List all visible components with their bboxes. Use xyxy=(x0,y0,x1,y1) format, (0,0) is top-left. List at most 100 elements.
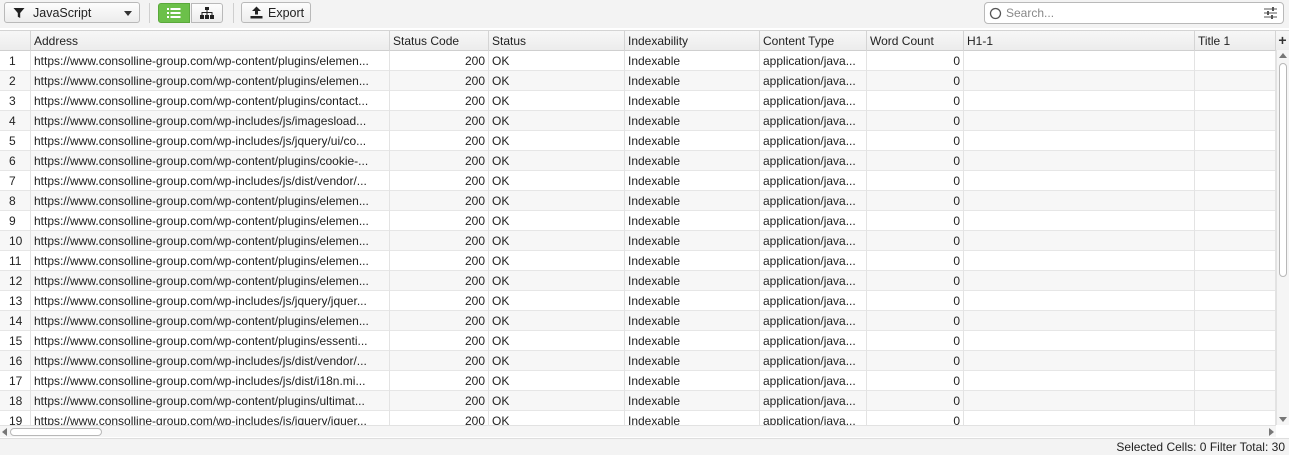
table-row[interactable]: 15 https://www.consolline-group.com/wp-co… xyxy=(0,331,1276,351)
indexability-cell[interactable]: Indexable xyxy=(625,351,760,371)
h1-cell[interactable] xyxy=(964,151,1195,171)
content-type-cell[interactable]: application/java... xyxy=(760,171,867,191)
content-type-cell[interactable]: application/java... xyxy=(760,131,867,151)
indexability-cell[interactable]: Indexable xyxy=(625,111,760,131)
row-number-header[interactable] xyxy=(0,31,31,51)
address-cell[interactable]: https://www.consolline-group.com/wp-cont… xyxy=(31,231,390,251)
indexability-cell[interactable]: Indexable xyxy=(625,251,760,271)
filter-dropdown[interactable]: JavaScript xyxy=(4,2,140,23)
address-cell[interactable]: https://www.consolline-group.com/wp-cont… xyxy=(31,91,390,111)
table-row[interactable]: 16 https://www.consolline-group.com/wp-in… xyxy=(0,351,1276,371)
scroll-right-icon[interactable] xyxy=(1269,428,1274,436)
h1-cell[interactable] xyxy=(964,231,1195,251)
row-number-cell[interactable]: 9 xyxy=(0,211,31,231)
h1-cell[interactable] xyxy=(964,311,1195,331)
row-number-cell[interactable]: 18 xyxy=(0,391,31,411)
content-type-cell[interactable]: application/java... xyxy=(760,71,867,91)
indexability-cell[interactable]: Indexable xyxy=(625,311,760,331)
content-type-cell[interactable]: application/java... xyxy=(760,111,867,131)
status-cell[interactable]: OK xyxy=(489,371,625,391)
status-cell[interactable]: OK xyxy=(489,191,625,211)
address-cell[interactable]: https://www.consolline-group.com/wp-cont… xyxy=(31,311,390,331)
content-type-cell[interactable]: application/java... xyxy=(760,271,867,291)
row-number-cell[interactable]: 1 xyxy=(0,51,31,71)
status-cell[interactable]: OK xyxy=(489,151,625,171)
status-cell[interactable]: OK xyxy=(489,71,625,91)
title-cell[interactable] xyxy=(1195,351,1276,371)
column-header-word-count[interactable]: Word Count xyxy=(867,31,964,51)
column-header-content-type[interactable]: Content Type xyxy=(760,31,867,51)
indexability-cell[interactable]: Indexable xyxy=(625,91,760,111)
status-cell[interactable]: OK xyxy=(489,111,625,131)
address-cell[interactable]: https://www.consolline-group.com/wp-incl… xyxy=(31,111,390,131)
h1-cell[interactable] xyxy=(964,371,1195,391)
h1-cell[interactable] xyxy=(964,291,1195,311)
title-cell[interactable] xyxy=(1195,271,1276,291)
title-cell[interactable] xyxy=(1195,51,1276,71)
indexability-cell[interactable]: Indexable xyxy=(625,171,760,191)
word-count-cell[interactable]: 0 xyxy=(867,151,964,171)
table-row[interactable]: 3 https://www.consolline-group.com/wp-con… xyxy=(0,91,1276,111)
table-row[interactable]: 17 https://www.consolline-group.com/wp-in… xyxy=(0,371,1276,391)
word-count-cell[interactable]: 0 xyxy=(867,291,964,311)
content-type-cell[interactable]: application/java... xyxy=(760,211,867,231)
title-cell[interactable] xyxy=(1195,171,1276,191)
table-row[interactable]: 13 https://www.consolline-group.com/wp-in… xyxy=(0,291,1276,311)
indexability-cell[interactable]: Indexable xyxy=(625,391,760,411)
indexability-cell[interactable]: Indexable xyxy=(625,71,760,91)
list-view-button[interactable] xyxy=(158,3,190,23)
title-cell[interactable] xyxy=(1195,251,1276,271)
h1-cell[interactable] xyxy=(964,71,1195,91)
column-header-address[interactable]: Address xyxy=(31,31,390,51)
content-type-cell[interactable]: application/java... xyxy=(760,311,867,331)
word-count-cell[interactable]: 0 xyxy=(867,331,964,351)
status-code-cell[interactable]: 200 xyxy=(390,91,489,111)
indexability-cell[interactable]: Indexable xyxy=(625,271,760,291)
word-count-cell[interactable]: 0 xyxy=(867,191,964,211)
h1-cell[interactable] xyxy=(964,211,1195,231)
status-cell[interactable]: OK xyxy=(489,291,625,311)
word-count-cell[interactable]: 0 xyxy=(867,51,964,71)
h1-cell[interactable] xyxy=(964,131,1195,151)
table-row[interactable]: 2 https://www.consolline-group.com/wp-con… xyxy=(0,71,1276,91)
row-number-cell[interactable]: 16 xyxy=(0,351,31,371)
row-number-cell[interactable]: 17 xyxy=(0,371,31,391)
address-cell[interactable]: https://www.consolline-group.com/wp-cont… xyxy=(31,251,390,271)
status-cell[interactable]: OK xyxy=(489,271,625,291)
title-cell[interactable] xyxy=(1195,211,1276,231)
address-cell[interactable]: https://www.consolline-group.com/wp-cont… xyxy=(31,71,390,91)
word-count-cell[interactable]: 0 xyxy=(867,251,964,271)
row-number-cell[interactable]: 6 xyxy=(0,151,31,171)
content-type-cell[interactable]: application/java... xyxy=(760,151,867,171)
status-code-cell[interactable]: 200 xyxy=(390,231,489,251)
row-number-cell[interactable]: 13 xyxy=(0,291,31,311)
indexability-cell[interactable]: Indexable xyxy=(625,231,760,251)
title-cell[interactable] xyxy=(1195,291,1276,311)
title-cell[interactable] xyxy=(1195,191,1276,211)
word-count-cell[interactable]: 0 xyxy=(867,111,964,131)
status-cell[interactable]: OK xyxy=(489,331,625,351)
address-cell[interactable]: https://www.consolline-group.com/wp-cont… xyxy=(31,271,390,291)
scroll-left-icon[interactable] xyxy=(2,428,7,436)
vertical-scroll-thumb[interactable] xyxy=(1279,63,1287,277)
title-cell[interactable] xyxy=(1195,131,1276,151)
content-type-cell[interactable]: application/java... xyxy=(760,191,867,211)
status-code-cell[interactable]: 200 xyxy=(390,351,489,371)
indexability-cell[interactable]: Indexable xyxy=(625,131,760,151)
horizontal-scrollbar[interactable] xyxy=(0,425,1276,437)
status-code-cell[interactable]: 200 xyxy=(390,71,489,91)
word-count-cell[interactable]: 0 xyxy=(867,311,964,331)
word-count-cell[interactable]: 0 xyxy=(867,131,964,151)
status-code-cell[interactable]: 200 xyxy=(390,131,489,151)
row-number-cell[interactable]: 8 xyxy=(0,191,31,211)
column-header-status[interactable]: Status xyxy=(489,31,625,51)
status-code-cell[interactable]: 200 xyxy=(390,291,489,311)
row-number-cell[interactable]: 3 xyxy=(0,91,31,111)
table-row[interactable]: 1 https://www.consolline-group.com/wp-con… xyxy=(0,51,1276,71)
word-count-cell[interactable]: 0 xyxy=(867,391,964,411)
status-code-cell[interactable]: 200 xyxy=(390,251,489,271)
status-cell[interactable]: OK xyxy=(489,251,625,271)
status-code-cell[interactable]: 200 xyxy=(390,311,489,331)
address-cell[interactable]: https://www.consolline-group.com/wp-cont… xyxy=(31,191,390,211)
word-count-cell[interactable]: 0 xyxy=(867,231,964,251)
